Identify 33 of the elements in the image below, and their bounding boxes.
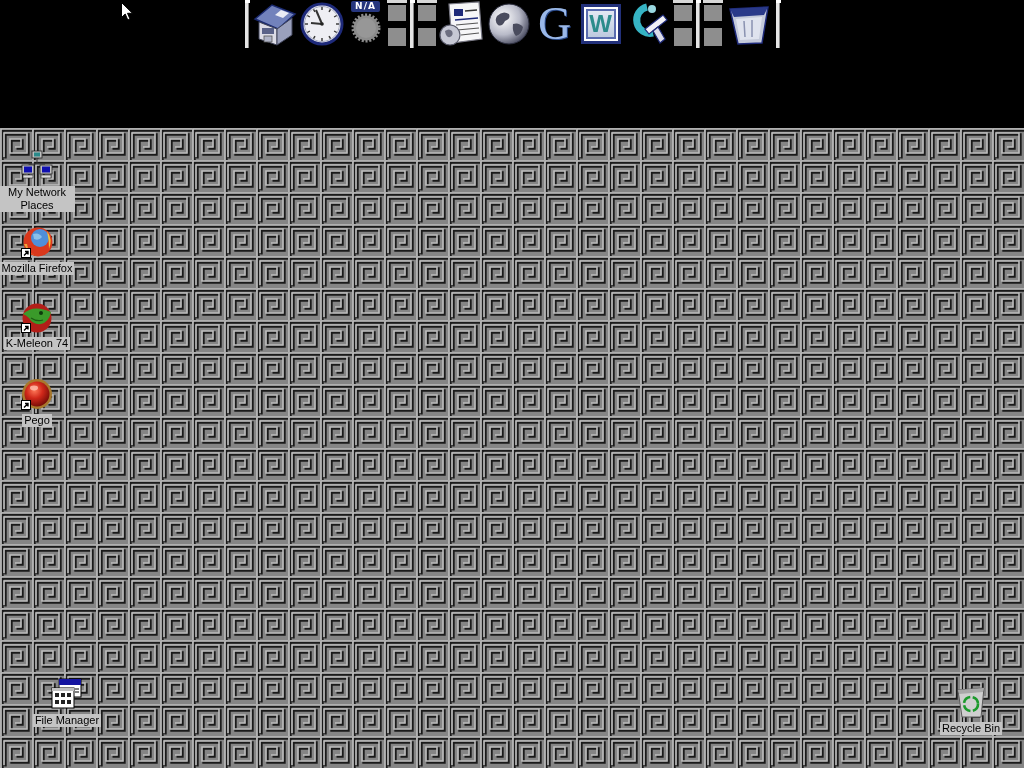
desktop-icon-label[interactable]: My Network Places [0, 186, 75, 212]
globe-icon [486, 2, 531, 46]
dock-spacer-tile [416, 0, 437, 21]
desktop-icon-label[interactable]: File Manager [32, 714, 102, 727]
dock-spacer-tile [672, 0, 693, 21]
ball-icon[interactable] [21, 378, 53, 410]
house-icon [252, 2, 297, 46]
dock-divider [408, 0, 415, 48]
chameleon-icon[interactable] [21, 301, 53, 333]
dock-divider [694, 0, 701, 48]
dock-spacer-tile [386, 0, 407, 21]
desktop-icon-label[interactable]: K-Meleon 74 [3, 337, 71, 350]
dock-spacer-tile [386, 28, 407, 46]
desktop-icon-label[interactable]: Pego [22, 414, 52, 427]
dock-divider [774, 0, 781, 48]
dock-spacer-tile [672, 28, 693, 46]
dock-spacer-tile [416, 28, 437, 46]
document-icon [438, 1, 485, 47]
fox-globe-icon[interactable] [21, 226, 53, 258]
network-computers-icon[interactable] [21, 150, 53, 182]
dock-button[interactable] [486, 0, 531, 48]
clock-icon [300, 2, 344, 46]
dock-button[interactable]: G [532, 0, 577, 48]
dock-button[interactable] [438, 0, 485, 48]
dock-button[interactable] [299, 0, 345, 48]
dock-spacer-tile [702, 28, 723, 46]
dock-spacer-tile [702, 0, 723, 21]
desktop-icon-label[interactable]: Mozilla Firefox [0, 262, 75, 275]
gear-icon [350, 13, 381, 43]
desktop-icon-label[interactable]: Recycle Bin [939, 722, 1003, 735]
dock-divider [243, 0, 250, 48]
file-window-icon[interactable] [51, 678, 83, 710]
weather-button[interactable]: N/A [346, 0, 385, 48]
